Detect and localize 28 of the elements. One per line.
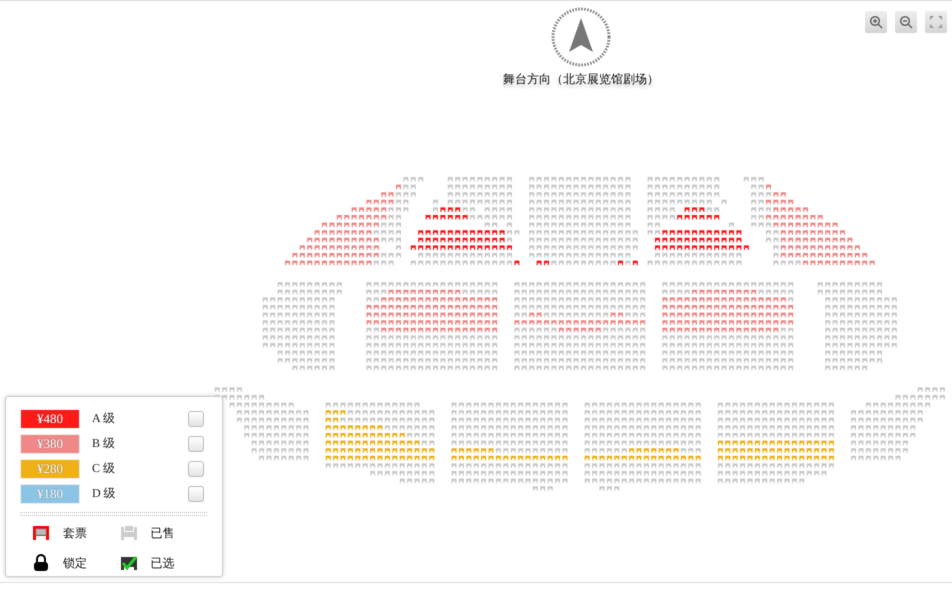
grade-label: B 级 (92, 435, 116, 452)
fullscreen-icon (929, 15, 943, 29)
grade-label: A 级 (92, 410, 116, 427)
grade-label: C 级 (92, 460, 116, 477)
seat-icon (118, 524, 138, 542)
grade-checkbox[interactable] (188, 436, 204, 452)
status-label: 已选 (150, 554, 174, 572)
price-tag: ¥180 (21, 484, 79, 502)
status-label: 已售 (150, 524, 174, 542)
grade-checkbox[interactable] (188, 486, 204, 502)
grade-checkbox[interactable] (188, 410, 204, 426)
fullscreen-button[interactable] (925, 11, 947, 33)
stage-direction-icon (550, 6, 612, 68)
selected-seat-icon (118, 554, 138, 572)
price-tag: ¥280 (21, 460, 79, 478)
zoom-out-icon (899, 15, 913, 29)
zoom-in-button[interactable] (865, 11, 887, 33)
lock-icon (31, 554, 51, 572)
zoom-out-button[interactable] (895, 11, 917, 33)
seat-icon (31, 524, 51, 542)
price-tag: ¥380 (21, 434, 79, 452)
price-tag: ¥480 (21, 410, 79, 428)
status-label: 锁定 (63, 554, 87, 572)
status-label: 套票 (63, 524, 87, 542)
grade-checkbox[interactable] (188, 460, 204, 476)
zoom-in-icon (869, 15, 883, 29)
stage-direction-label: 舞台方向（北京展览馆剧场） (503, 71, 659, 88)
grade-label: D 级 (92, 485, 117, 502)
